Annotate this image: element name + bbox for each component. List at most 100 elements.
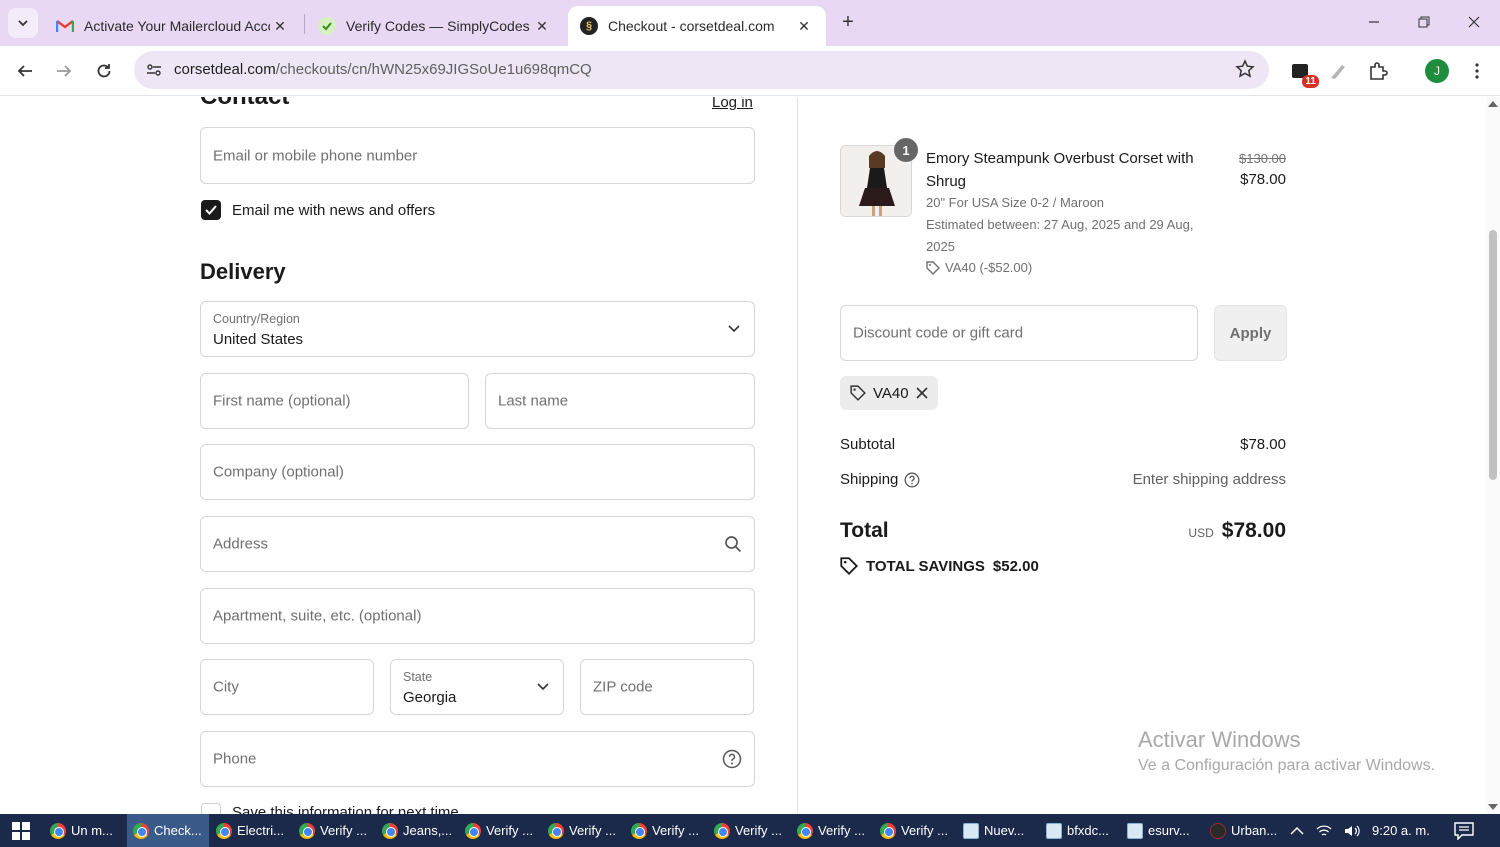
discount-code-field[interactable]: Discount code or gift card <box>840 305 1198 361</box>
taskbar-item[interactable]: bfxdc... <box>1040 814 1122 847</box>
total-label: Total <box>840 519 889 542</box>
new-tab-button[interactable]: + <box>836 10 860 34</box>
product-discount: VA40 (-$52.00) <box>926 260 1032 275</box>
chrome-icon <box>299 822 315 839</box>
country-select[interactable]: Country/Region United States <box>200 301 755 357</box>
profile-button[interactable]: J <box>1424 58 1450 84</box>
savings-value: $52.00 <box>992 557 1039 575</box>
tab-search-button[interactable] <box>8 8 38 38</box>
url-path: /checkouts/cn/hWN25x69JIGSoUe1u698qmCQ <box>275 61 592 78</box>
original-price: $130.00 <box>1239 151 1286 166</box>
taskbar-item[interactable]: Verify ... <box>625 814 707 847</box>
first-name-field[interactable]: First name (optional) <box>200 373 469 429</box>
start-button[interactable] <box>0 814 42 847</box>
state-label: State <box>403 670 433 684</box>
taskbar-item[interactable]: Verify ... <box>293 814 375 847</box>
help-icon[interactable] <box>722 749 742 769</box>
company-field[interactable]: Company (optional) <box>200 444 755 500</box>
taskbar-item[interactable]: Un m... <box>44 814 126 847</box>
applied-code: VA40 <box>873 384 909 402</box>
country-label: Country/Region <box>213 312 300 326</box>
news-checkbox[interactable] <box>201 200 221 220</box>
state-select[interactable]: State Georgia <box>390 659 564 715</box>
chrome-icon <box>631 822 647 839</box>
kebab-menu-icon <box>1475 63 1479 79</box>
minimize-icon <box>1369 21 1379 23</box>
email-field[interactable]: Email or mobile phone number <box>200 127 755 184</box>
phone-placeholder: Phone <box>213 750 257 768</box>
forward-button[interactable] <box>49 56 79 86</box>
extensions-button[interactable] <box>1365 58 1391 84</box>
notification-center-button[interactable] <box>1454 814 1474 847</box>
page-scrollbar[interactable] <box>1486 97 1500 814</box>
applied-discount-chip: VA40 <box>840 376 938 410</box>
close-icon[interactable]: ✕ <box>794 18 814 35</box>
tab-mailercloud[interactable]: Activate Your Mailercloud Acco ✕ <box>44 6 302 46</box>
minimize-button[interactable] <box>1349 0 1399 44</box>
tab-simplycodes[interactable]: Verify Codes — SimplyCodes ✕ <box>306 6 564 46</box>
taskbar-item[interactable]: Nuev... <box>957 814 1039 847</box>
apartment-field[interactable]: Apartment, suite, etc. (optional) <box>200 588 755 644</box>
taskbar-item[interactable]: Verify ... <box>542 814 624 847</box>
notepad-icon <box>1046 822 1062 839</box>
wifi-icon[interactable] <box>1316 824 1332 838</box>
chevron-down-icon <box>728 325 740 333</box>
site-info-icon[interactable] <box>142 58 166 82</box>
back-button[interactable] <box>10 56 40 86</box>
order-summary: 1 Emory Steampunk Overbust Corset with S… <box>797 97 1486 814</box>
tab-checkout[interactable]: § Checkout - corsetdeal.com ✕ <box>568 6 826 46</box>
taskbar-item[interactable]: Electri... <box>210 814 292 847</box>
chevron-up-icon[interactable] <box>1290 826 1304 836</box>
address-bar[interactable]: corsetdeal.com/checkouts/cn/hWN25x69JIGS… <box>134 51 1269 89</box>
last-name-field[interactable]: Last name <box>485 373 755 429</box>
subtotal-row: Subtotal $78.00 <box>840 436 1286 453</box>
scroll-up-icon[interactable] <box>1488 101 1498 107</box>
simplycodes-icon <box>318 17 336 35</box>
close-icon[interactable]: ✕ <box>270 18 290 35</box>
scroll-down-icon[interactable] <box>1488 804 1498 810</box>
checkout-page: Contact Log in Email or mobile phone num… <box>0 97 1486 814</box>
avatar: J <box>1425 59 1449 83</box>
remove-discount-icon[interactable] <box>916 387 928 399</box>
volume-icon[interactable] <box>1344 824 1360 838</box>
taskbar-item[interactable]: esurv... <box>1121 814 1203 847</box>
extension-coupon-button[interactable]: 11 <box>1287 58 1319 88</box>
notepad-icon <box>963 822 979 839</box>
taskbar-item[interactable]: Verify ... <box>791 814 873 847</box>
subtotal-value: $78.00 <box>1240 436 1286 453</box>
taskbar-item[interactable]: Verify ... <box>708 814 790 847</box>
taskbar-item[interactable]: Verify ... <box>459 814 541 847</box>
apply-button[interactable]: Apply <box>1214 305 1287 361</box>
save-info-checkbox[interactable] <box>201 803 221 814</box>
app-icon <box>1210 822 1226 839</box>
phone-field[interactable]: Phone <box>200 731 755 787</box>
scroll-thumb[interactable] <box>1489 230 1497 480</box>
taskbar-item[interactable]: Urban... <box>1204 814 1284 847</box>
last-name-placeholder: Last name <box>498 392 569 410</box>
taskbar-item[interactable]: Verify ... <box>874 814 956 847</box>
quantity-badge: 1 <box>894 138 918 162</box>
city-field[interactable]: City <box>200 659 374 715</box>
extension-pen-button[interactable] <box>1325 58 1351 84</box>
restore-button[interactable] <box>1399 0 1449 44</box>
windows-taskbar: Un m... Check... Electri... Verify ... J… <box>0 814 1500 847</box>
taskbar-item-label: Check... <box>154 823 202 838</box>
pen-icon <box>1331 65 1345 79</box>
clock[interactable]: 9:20 a. m. <box>1372 823 1430 838</box>
tag-icon <box>850 385 866 401</box>
zip-field[interactable]: ZIP code <box>580 659 754 715</box>
address-field[interactable]: Address <box>200 516 755 572</box>
save-info-label: Save this information for next time <box>232 804 459 814</box>
savings-label: TOTAL SAVINGS <box>866 557 985 575</box>
bookmark-star-icon[interactable] <box>1235 59 1255 84</box>
taskbar-item[interactable]: Jeans,... <box>376 814 458 847</box>
login-link[interactable]: Log in <box>712 97 753 111</box>
menu-button[interactable] <box>1464 58 1490 84</box>
reload-button[interactable] <box>89 56 119 86</box>
help-icon[interactable] <box>904 472 920 488</box>
close-icon[interactable]: ✕ <box>532 18 552 35</box>
taskbar-item[interactable]: Check... <box>127 814 209 847</box>
system-tray: 9:20 a. m. <box>1290 814 1430 847</box>
close-window-button[interactable] <box>1449 0 1499 44</box>
gmail-icon <box>56 17 74 35</box>
